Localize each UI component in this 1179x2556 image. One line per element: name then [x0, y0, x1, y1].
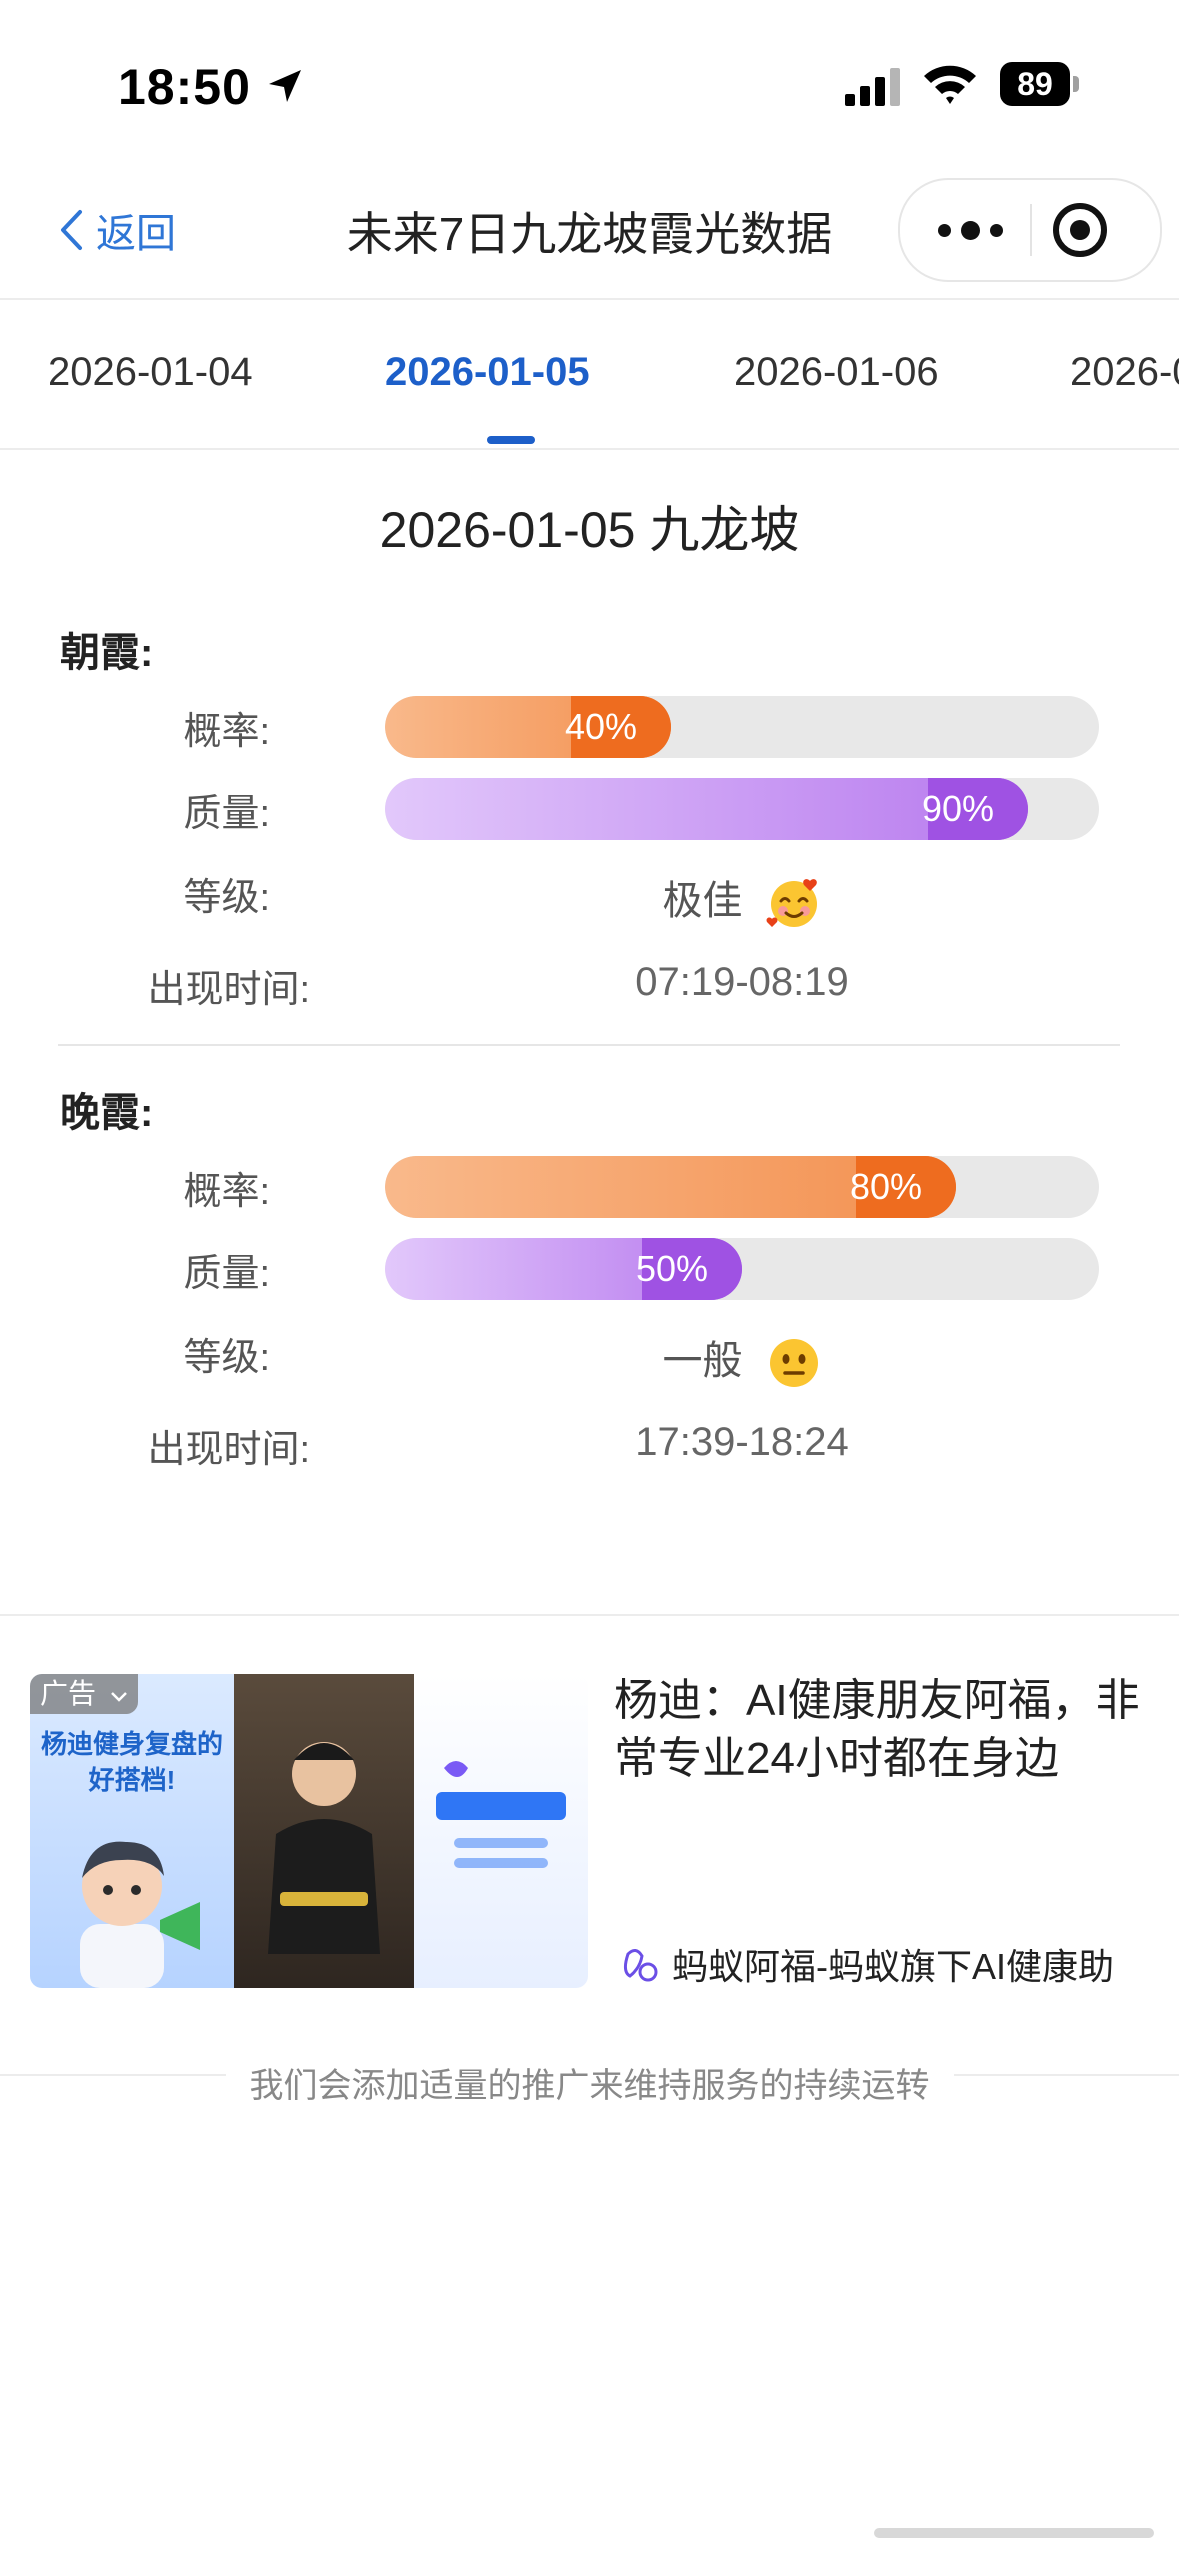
- morning-quality-fill: 90%: [385, 778, 1028, 840]
- evening-grade-label: 等级:: [183, 1337, 270, 1379]
- morning-grade-text: 极佳: [662, 879, 743, 923]
- evening-quality-value: 50%: [635, 1248, 709, 1289]
- host-photo-icon: [268, 1742, 380, 1954]
- battery-indicator: 89: [1000, 62, 1082, 106]
- capsule-divider: [1030, 204, 1032, 256]
- close-target-icon[interactable]: [1048, 198, 1112, 262]
- ad-panel-left: 杨迪健身复盘的好搭档!: [30, 1674, 234, 1988]
- morning-probability-value: 40%: [564, 706, 638, 747]
- more-dot-icon: [937, 223, 951, 237]
- evening-section-title: 晚霞:: [60, 1091, 154, 1135]
- morning-quality-value: 90%: [921, 788, 995, 829]
- tab-2026-01-06[interactable]: 2026-01-06: [734, 350, 939, 395]
- back-button[interactable]: 返回: [58, 200, 176, 260]
- evening-probability-value: 80%: [849, 1166, 923, 1207]
- more-button[interactable]: [930, 200, 1010, 260]
- morning-section-title: 朝霞:: [60, 631, 154, 675]
- battery-level: 89: [1000, 62, 1070, 106]
- footer-note: 我们会添加适量的推广来维持服务的持续运转: [0, 2058, 1179, 2107]
- miniprogram-capsule: [898, 178, 1162, 282]
- morning-probability-label: 概率:: [183, 711, 270, 753]
- ad-source-text: 蚂蚁阿福-蚂蚁旗下AI健康助: [672, 1946, 1115, 1987]
- neutral-face-icon: [769, 1339, 818, 1388]
- more-dot-icon: [960, 220, 980, 240]
- tab-2026-01-05[interactable]: 2026-01-05: [385, 350, 590, 395]
- evening-time-label: 出现时间:: [147, 1429, 310, 1471]
- doctor-cartoon-icon: [80, 1841, 200, 1988]
- evening-quality-bar: 50%: [385, 1238, 1099, 1300]
- ad-image[interactable]: 杨迪健身复盘的好搭档! 广告: [30, 1674, 588, 1988]
- battery-tip: [1073, 76, 1079, 92]
- cellular-signal-icon: [845, 68, 900, 106]
- chevron-left-icon: [61, 210, 82, 250]
- ad-badge[interactable]: 广告: [30, 1674, 138, 1714]
- location-arrow-icon: [269, 70, 301, 102]
- evening-quality-fill: 50%: [385, 1238, 742, 1300]
- home-indicator: [874, 2528, 1154, 2538]
- back-label: 返回: [96, 212, 176, 256]
- ad-panel-middle: [234, 1674, 414, 1988]
- detail-title: 2026-01-05 九龙坡: [379, 502, 800, 558]
- status-time: 18:50: [118, 59, 251, 115]
- app-promo-icon: [436, 1761, 566, 1868]
- ad-source[interactable]: 蚂蚁阿福-蚂蚁旗下AI健康助: [620, 1938, 1114, 1990]
- ad-title[interactable]: 杨迪：AI健康朋友阿福，非常专业24小时都在身边: [614, 1672, 1154, 1788]
- smiling-face-with-hearts-icon: [766, 879, 817, 928]
- evening-quality-label: 质量:: [183, 1253, 270, 1295]
- chevron-down-icon: [110, 1692, 127, 1702]
- morning-quality-label: 质量:: [183, 793, 270, 835]
- tabs-divider: [0, 448, 1179, 450]
- footer-note-text: 我们会添加适量的推广来维持服务的持续运转: [225, 2067, 954, 2105]
- ad-badge-text: 广告: [40, 1678, 97, 1709]
- ad-image-headline: 杨迪健身复盘的好搭档!: [40, 1729, 223, 1795]
- morning-time-value: 07:19-08:19: [635, 960, 849, 1004]
- evening-grade: 一般: [385, 1328, 1099, 1391]
- morning-quality-bar: 90%: [385, 778, 1099, 840]
- tab-2026-01-07[interactable]: 2026-0: [1070, 350, 1179, 395]
- evening-probability-bar: 80%: [385, 1156, 1099, 1218]
- evening-probability-fill: 80%: [385, 1156, 956, 1218]
- morning-time-label: 出现时间:: [147, 969, 310, 1011]
- morning-probability-bar: 40%: [385, 696, 1099, 758]
- active-tab-indicator: [487, 436, 535, 444]
- date-tabs: 2026-01-04 2026-01-05 2026-01-06 2026-0: [0, 298, 1179, 448]
- ad-separator: [0, 1614, 1179, 1616]
- morning-probability-fill: 40%: [385, 696, 671, 758]
- evening-grade-text: 一般: [662, 1339, 743, 1383]
- ad-panel-right: [414, 1674, 588, 1988]
- morning-grade-label: 等级:: [183, 877, 270, 919]
- wifi-icon: [924, 65, 976, 104]
- ant-afu-logo-icon: [623, 1949, 658, 1982]
- morning-grade: 极佳: [385, 868, 1099, 931]
- evening-time-value: 17:39-18:24: [635, 1420, 849, 1464]
- tab-2026-01-04[interactable]: 2026-01-04: [48, 350, 253, 395]
- more-dot-icon: [989, 223, 1003, 237]
- section-divider: [58, 1044, 1120, 1046]
- evening-probability-label: 概率:: [183, 1171, 270, 1213]
